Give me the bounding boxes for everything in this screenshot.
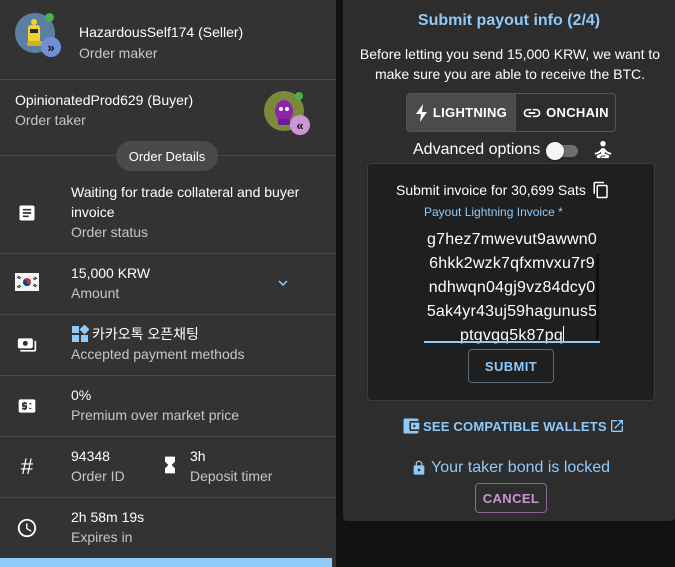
compatible-wallets-label: SEE COMPATIBLE WALLETS xyxy=(423,418,607,434)
invoice-header-text: Submit invoice for 30,699 Sats xyxy=(396,182,586,198)
taker-role: Order taker xyxy=(15,112,86,128)
invoice-underline xyxy=(424,341,600,343)
meditation-icon xyxy=(595,140,612,159)
chevron-down-icon[interactable] xyxy=(274,274,292,297)
maker-name: HazardousSelf174 (Seller) xyxy=(79,24,244,40)
submit-invoice-button[interactable]: SUBMIT xyxy=(468,349,554,383)
invoice-scrollbar[interactable] xyxy=(596,254,599,340)
order-id-value: 94348 xyxy=(71,448,110,464)
payment-methods-label: Accepted payment methods xyxy=(71,346,245,362)
bolt-icon xyxy=(415,103,427,122)
copy-icon[interactable] xyxy=(592,180,610,200)
premium-value: 0% xyxy=(71,387,92,403)
expires-value: 2h 58m 19s xyxy=(71,509,145,525)
deposit-timer-value: 3h xyxy=(190,448,206,464)
premium-row: 0% Premium over market price xyxy=(0,376,336,437)
payout-panel: Submit payout info (2/4) Before letting … xyxy=(343,0,675,521)
amount-row[interactable]: 15,000 KRW Amount xyxy=(0,254,336,315)
order-info-panel: » HazardousSelf174 (Seller) Order maker … xyxy=(0,0,336,567)
order-id-row: # 94348 Order ID 3h Deposit timer xyxy=(0,437,336,498)
invoice-line: ptgvgq5k87pq xyxy=(460,326,564,344)
open-in-new-icon xyxy=(610,420,623,432)
invoice-line: ndhwqn04gj9vz84dcy0 xyxy=(428,279,596,296)
lightning-button[interactable]: LIGHTNING xyxy=(407,94,516,131)
order-id-label: Order ID xyxy=(71,468,125,484)
invoice-header: Submit invoice for 30,699 Sats xyxy=(396,180,610,200)
clock-icon xyxy=(14,515,40,541)
lock-icon xyxy=(413,460,425,475)
payout-method-toggle: LIGHTNING ONCHAIN xyxy=(406,93,616,132)
hourglass-icon xyxy=(160,454,180,481)
compatible-wallets-link[interactable]: SEE COMPATIBLE WALLETS xyxy=(401,416,625,436)
progress-bar xyxy=(0,558,332,567)
maker-row: » HazardousSelf174 (Seller) Order maker xyxy=(0,0,336,80)
payments-icon xyxy=(14,332,40,358)
order-details-chip: Order Details xyxy=(116,141,218,171)
order-status-label: Order status xyxy=(71,224,149,240)
payout-title: Submit payout info (2/4) xyxy=(417,12,601,29)
cancel-button[interactable]: CANCEL xyxy=(475,483,547,513)
expires-row: 2h 58m 19s Expires in xyxy=(0,498,336,558)
payment-method-text: 카카오톡 오픈채팅 xyxy=(92,326,199,342)
link-icon xyxy=(523,108,541,117)
online-status-dot xyxy=(295,92,303,100)
amount-value: 15,000 KRW xyxy=(71,265,151,281)
maker-role: Order maker xyxy=(79,45,158,61)
amount-label: Amount xyxy=(71,285,120,301)
widgets-icon xyxy=(72,325,89,342)
article-icon xyxy=(14,200,40,226)
onchain-label: ONCHAIN xyxy=(546,105,609,120)
premium-label: Premium over market price xyxy=(71,407,240,423)
taker-back-icon: « xyxy=(290,115,310,135)
price-change-icon xyxy=(14,393,40,419)
order-status-value: Waiting for trade collateral and buyer i… xyxy=(71,184,300,220)
invoice-textarea[interactable]: g7hez7mwevut9awwn0 6hkk2wzk7qfxmvxu7r9 n… xyxy=(424,228,600,348)
advanced-options-row: Advanced options xyxy=(413,139,614,161)
online-status-dot xyxy=(45,13,54,22)
payout-intro: Before letting you send 15,000 KRW, we w… xyxy=(359,46,661,82)
deposit-timer-label: Deposit timer xyxy=(190,468,273,484)
invoice-field-label: Payout Lightning Invoice * xyxy=(424,205,563,219)
maker-avatar[interactable]: » xyxy=(15,13,61,57)
invoice-line: 5ak4yr43uj59hagunus5 xyxy=(426,303,598,320)
korea-flag-icon xyxy=(14,269,40,295)
bond-status-label: Your taker bond is locked xyxy=(431,459,611,476)
order-status-row: Waiting for trade collateral and buyer i… xyxy=(0,172,336,254)
taker-name: OpinionatedProd629 (Buyer) xyxy=(15,92,194,108)
advanced-options-label: Advanced options xyxy=(413,141,541,158)
advanced-options-switch[interactable] xyxy=(546,142,579,160)
invoice-form: Submit invoice for 30,699 Sats Payout Li… xyxy=(367,163,655,401)
payment-method-value: 카카오톡 오픈채팅 xyxy=(71,324,199,344)
onchain-button[interactable]: ONCHAIN xyxy=(516,94,615,131)
invoice-line: 6hkk2wzk7qfxmvxu7r9 xyxy=(429,255,595,272)
taker-avatar[interactable]: « xyxy=(264,91,310,135)
invoice-line: g7hez7mwevut9awwn0 xyxy=(427,231,597,248)
wallet-icon xyxy=(403,418,420,434)
maker-forward-icon: » xyxy=(41,37,61,57)
lightning-label: LIGHTNING xyxy=(432,105,508,120)
expires-label: Expires in xyxy=(71,529,133,545)
hashtag-icon: # xyxy=(20,454,34,479)
bond-status: Your taker bond is locked xyxy=(411,458,610,478)
payment-methods-row: 카카오톡 오픈채팅 Accepted payment methods xyxy=(0,315,336,376)
